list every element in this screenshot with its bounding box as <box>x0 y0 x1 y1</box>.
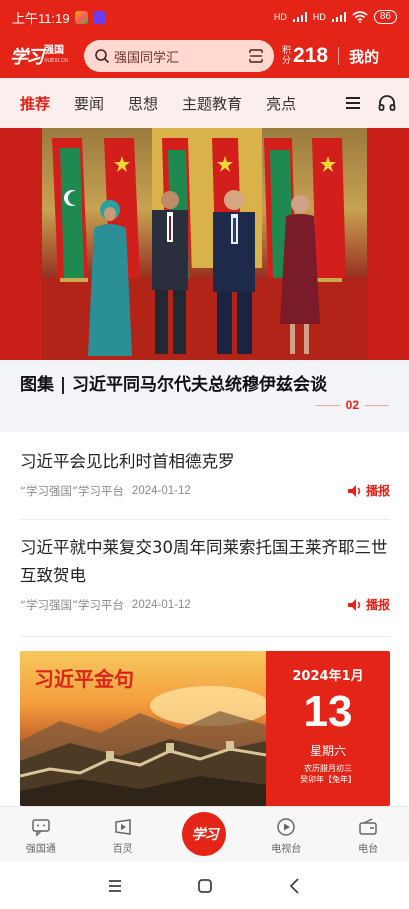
divider <box>20 519 390 520</box>
points-value: 218 <box>293 44 329 67</box>
news-date: 2024-01-12 <box>131 484 191 497</box>
banner-title: 习近平金句 <box>34 667 134 691</box>
app-notification-icon <box>92 10 106 24</box>
gallery-count-value: 02 <box>345 398 359 412</box>
speaker-icon <box>347 598 361 611</box>
news-title: 习近平会见比利时首相德克罗 <box>20 452 235 471</box>
nav-tv[interactable]: 电视台 <box>245 807 327 862</box>
tv-play-icon <box>277 818 296 836</box>
logo-mark: 学习 <box>10 47 44 68</box>
points-display[interactable]: 积 分 218 <box>282 44 328 68</box>
status-bar: 上午11:19 HD HD 86 <box>0 0 409 34</box>
battery-indicator: 86 <box>373 10 397 24</box>
gallery-notification-icon <box>74 10 88 24</box>
app-logo[interactable]: 学习 强国 XUEXI.CN <box>10 43 80 69</box>
tab-recommend[interactable]: 推荐 <box>20 93 50 114</box>
recents-icon[interactable] <box>105 876 125 896</box>
xuexi-logo-icon: 学习 <box>182 812 227 856</box>
divider <box>20 636 390 637</box>
home-icon[interactable] <box>195 876 215 896</box>
nav-qiangguotong[interactable]: 强国通 <box>0 807 82 862</box>
news-source: “学习强国”学习平台 <box>20 483 124 498</box>
system-navigation-bar <box>0 862 409 909</box>
speaker-icon <box>347 484 361 497</box>
broadcast-button[interactable]: 播报 <box>347 596 390 613</box>
broadcast-label: 播报 <box>365 484 390 498</box>
signal-bars-icon-2 <box>331 12 346 22</box>
hero-left-backdrop <box>0 128 42 360</box>
banner-day: 13 <box>303 687 353 736</box>
hero-caption[interactable]: 图集 | 习近平同马尔代夫总统穆伊兹会谈 02 <box>0 360 409 432</box>
tab-thought[interactable]: 思想 <box>128 93 158 114</box>
broadcast-button[interactable]: 播报 <box>347 482 390 499</box>
broadcast-label: 播报 <box>365 598 390 612</box>
news-date: 2024-01-12 <box>131 598 191 611</box>
news-source: “学习强国”学习平台 <box>20 597 124 612</box>
great-wall-image: 习近平金句 <box>20 651 266 806</box>
radio-icon <box>359 818 377 835</box>
gallery-count: 02 <box>315 398 389 412</box>
nav-radio[interactable]: 电台 <box>327 807 409 862</box>
status-time: 上午11:19 <box>12 10 70 26</box>
app-header: 学习 强国 XUEXI.CN 强国同学汇 积 分 218 我的 <box>0 34 409 78</box>
banner-weekday: 星期六 <box>309 744 346 758</box>
signal-bars-icon <box>292 12 307 22</box>
banner-lunar-date: 农历腊月初三 <box>304 764 352 773</box>
search-input[interactable]: 强国同学汇 <box>84 40 274 72</box>
banner-month: 2024年1月 <box>292 669 364 684</box>
logo-text: 强国 <box>44 45 64 56</box>
signal-icon: HD <box>273 12 287 22</box>
date-panel: 2024年1月 13 星期六 农历腊月初三 癸卯年【兔年】 <box>266 651 390 806</box>
logo-subtext: XUEXI.CN <box>44 58 68 64</box>
category-tabs: 推荐 要闻 思想 主题教育 亮点 <box>0 78 409 128</box>
headphones-icon[interactable] <box>377 93 397 113</box>
nav-xuexi-home[interactable]: 学习 <box>164 807 246 862</box>
tab-highlights[interactable]: 亮点 <box>266 93 296 114</box>
tab-news[interactable]: 要闻 <box>74 93 104 114</box>
bottom-navigation: 强国通 百灵 学习 电视台 电台 <box>0 806 409 862</box>
news-item[interactable]: 习近平会见比利时首相德克罗 “学习强国”学习平台 2024-01-12 播报 <box>20 448 390 499</box>
search-icon <box>95 49 110 64</box>
banner-lunar-year: 癸卯年【兔年】 <box>300 775 356 784</box>
hero-title: 图集 | 习近平同马尔代夫总统穆伊兹会谈 <box>20 375 328 395</box>
tab-theme-education[interactable]: 主题教育 <box>182 93 242 114</box>
points-label-bottom: 分 <box>282 56 292 66</box>
points-label-top: 积 <box>282 46 292 56</box>
search-placeholder: 强国同学汇 <box>114 50 180 66</box>
signal-icon-2: HD <box>312 12 326 22</box>
nav-bailing[interactable]: 百灵 <box>82 807 164 862</box>
mine-button[interactable]: 我的 <box>349 46 379 67</box>
nav-label: 强国通 <box>25 844 56 855</box>
news-title: 习近平就中莱复交30周年同莱索托国王莱齐耶三世互致贺电 <box>20 538 388 585</box>
back-icon[interactable] <box>285 876 305 896</box>
scan-icon[interactable] <box>248 48 264 64</box>
daily-quote-banner[interactable]: 习近平金句 2024年1月 13 星期六 农历腊月初三 癸卯年【兔年】 <box>20 651 390 806</box>
nav-label: 电视台 <box>271 844 302 855</box>
hero-photo <box>42 128 367 360</box>
news-item[interactable]: 习近平就中莱复交30周年同莱索托国王莱齐耶三世互致贺电 “学习强国”学习平台 2… <box>20 534 390 613</box>
video-play-icon <box>114 819 131 835</box>
nav-label: 百灵 <box>112 844 133 855</box>
nav-label: 电台 <box>358 844 379 855</box>
hero-right-backdrop <box>367 128 409 360</box>
diplomatic-meeting-illustration <box>42 128 367 360</box>
chat-icon <box>32 819 50 837</box>
hero-gallery-image[interactable] <box>0 128 409 360</box>
header-divider <box>338 47 340 65</box>
wifi-icon <box>352 11 368 23</box>
menu-icon[interactable] <box>343 93 363 113</box>
